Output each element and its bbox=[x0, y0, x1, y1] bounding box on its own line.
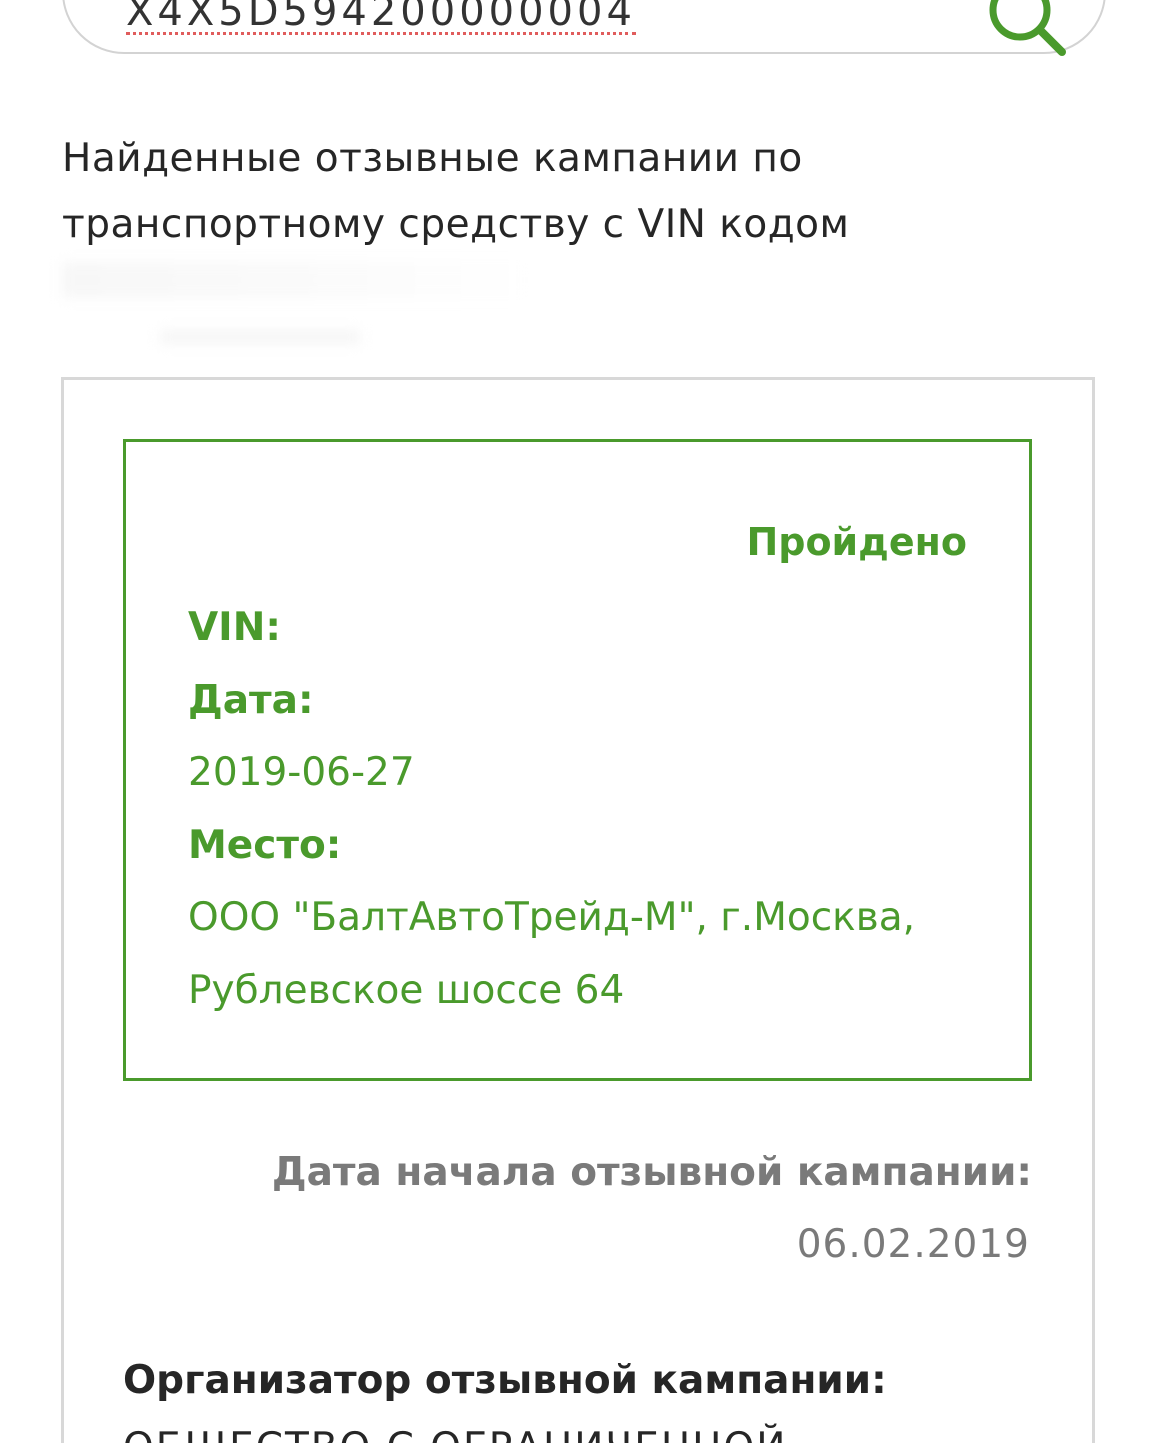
campaign-status-box: Пройдено VIN: Дата: 2019-06-27 Место: ОО… bbox=[123, 439, 1032, 1081]
redacted-line bbox=[160, 330, 360, 344]
campaign-start-value: 06.02.2019 bbox=[796, 1222, 1030, 1267]
results-intro-text: Найденные отзывные кампании по транспорт… bbox=[62, 136, 850, 247]
campaign-start-label: Дата начала отзывной кампании: bbox=[271, 1150, 1032, 1195]
date-label: Дата: bbox=[188, 677, 314, 723]
search-input-value[interactable]: X4X5D594200000004 bbox=[126, 0, 636, 35]
status-badge: Пройдено bbox=[746, 520, 967, 564]
place-value: ООО "БалтАвтоТрейд-М", г.Москва, Рублевс… bbox=[188, 895, 915, 1013]
organizer-value: ОБЩЕСТВО С ОГРАНИЧЕННОЙ bbox=[123, 1425, 787, 1443]
date-value: 2019-06-27 bbox=[188, 750, 415, 795]
vin-label: VIN: bbox=[188, 605, 281, 650]
search-input[interactable]: X4X5D594200000004 bbox=[62, 0, 1106, 56]
organizer-label: Организатор отзывной кампании: bbox=[123, 1358, 887, 1403]
search-icon[interactable] bbox=[982, 0, 1072, 62]
page: X4X5D594200000004 Найденные отзывные кам… bbox=[0, 0, 1169, 1443]
redacted-vin bbox=[62, 262, 532, 298]
place-label: Место: bbox=[188, 822, 342, 868]
campaign-details: VIN: Дата: 2019-06-27 Место: ООО "БалтАв… bbox=[188, 592, 988, 1027]
